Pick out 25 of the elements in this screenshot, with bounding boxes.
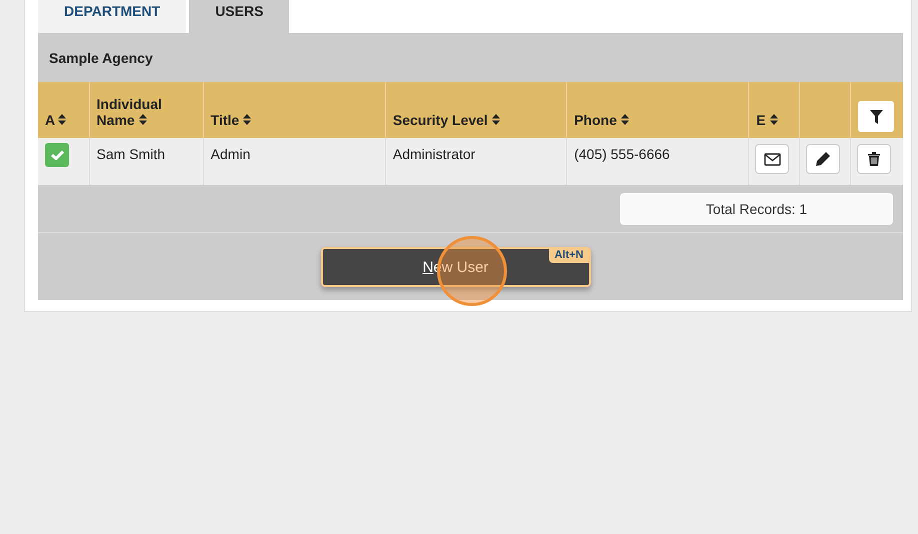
tab[interactable]: USERS [189, 0, 290, 33]
trash-icon [868, 152, 880, 166]
column-header[interactable]: Phone [566, 82, 749, 138]
column-header[interactable]: Individual Name [89, 82, 204, 138]
active-checkbox[interactable] [45, 143, 69, 167]
agency-title: Sample Agency [48, 48, 154, 68]
column-header[interactable]: Security Level [385, 82, 567, 138]
tab[interactable]: DEPARTMENT [38, 0, 186, 33]
filter-button[interactable] [858, 101, 894, 132]
edit-button[interactable] [806, 144, 840, 174]
column-header[interactable]: Title [203, 82, 386, 138]
total-records: Total Records: 1 [620, 192, 893, 224]
table-cell: (405) 555-6666 [566, 138, 749, 185]
column-header[interactable]: A [38, 82, 90, 138]
delete-button[interactable] [857, 144, 892, 174]
check-icon [50, 150, 64, 160]
filter-icon [870, 110, 883, 124]
table-cell: Administrator [385, 138, 567, 185]
table-cell: Admin [203, 138, 386, 185]
envelope-icon [764, 152, 781, 166]
email-button[interactable] [755, 144, 790, 174]
pencil-icon [816, 152, 830, 166]
table-cell: Sam Smith [89, 138, 204, 185]
column-header[interactable]: E [748, 82, 800, 138]
shortcut-badge: Alt+N [549, 247, 588, 263]
